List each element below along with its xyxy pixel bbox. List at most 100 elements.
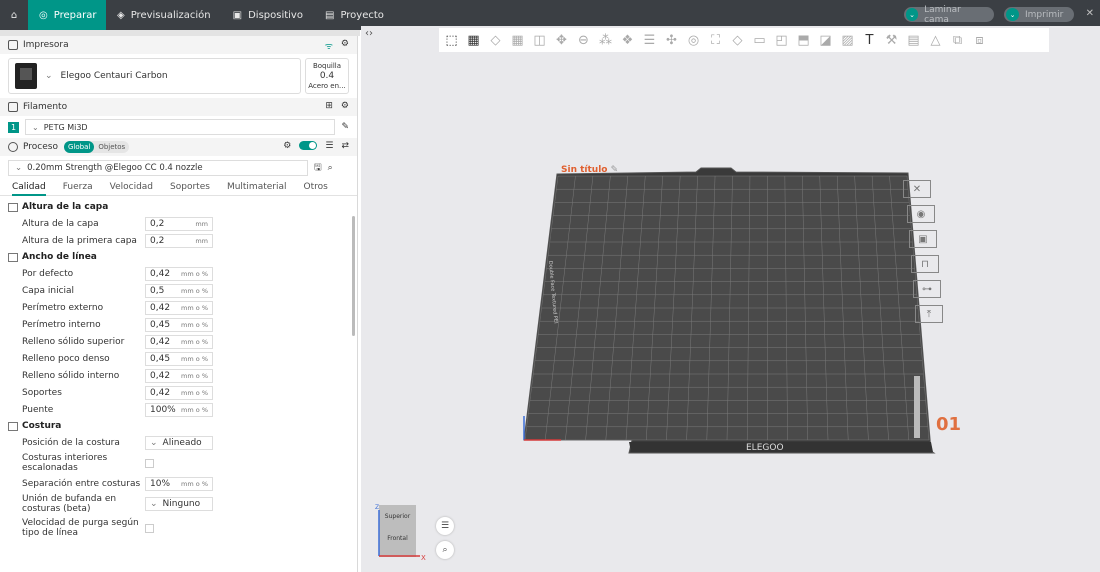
setting-row: Por defecto 0,42 mm o % (0, 265, 357, 282)
setting-input[interactable]: 0,42 mm o % (145, 334, 213, 349)
nozzle-material: Acero en... (308, 82, 346, 90)
nozzle-selector[interactable]: Boquilla 0.4 Acero en... (305, 58, 349, 94)
close-plate-icon[interactable]: ✕ (903, 180, 931, 198)
filament-selector[interactable]: ⌄ PETG Mi3D (25, 119, 336, 135)
printer-name: Elegoo Centauri Carbon (60, 71, 168, 81)
menu-button[interactable]: ☰ (436, 517, 454, 535)
nozzle-value: 0.4 (319, 71, 335, 81)
setting-input[interactable]: 10% mm o % (145, 476, 213, 491)
arrange-plate-icon[interactable]: ▣ (909, 230, 937, 248)
setting-row: Puente 100% mm o % (0, 401, 357, 418)
plate-settings-icon[interactable]: ⊶ (913, 280, 941, 298)
setting-input[interactable]: 0,2 mm (145, 233, 213, 248)
home-button[interactable]: ⌂ (0, 0, 28, 30)
save-icon[interactable]: 🖫 (314, 160, 322, 176)
advanced-switch[interactable] (299, 141, 318, 150)
process-icon (8, 142, 18, 152)
section-title: Proceso (23, 142, 58, 152)
tab-fuerza[interactable]: Fuerza (63, 180, 93, 196)
setting-label: Altura de la primera capa (22, 235, 137, 246)
search-icon: ⌕ (442, 545, 448, 555)
printer-image (15, 63, 37, 89)
setting-input[interactable]: 100% mm o % (145, 402, 213, 417)
close-icon[interactable]: ✕ (1086, 8, 1094, 19)
chevron-down-icon: ⌄ (15, 163, 23, 173)
list-icon[interactable]: ☰ (325, 141, 333, 151)
compare-icon[interactable]: ⇄ (341, 141, 349, 151)
setting-row: Perímetro externo 0,42 mm o % (0, 299, 357, 316)
tab-soportes[interactable]: Soportes (170, 180, 210, 196)
print-button[interactable]: ⌄ Imprimir (1004, 7, 1074, 22)
setting-label: Por defecto (22, 268, 74, 279)
tab-preparar[interactable]: ◎ Preparar (28, 0, 106, 30)
setting-input[interactable]: 0,45 mm o % (145, 317, 213, 332)
add-filament-icon[interactable]: ⊞ (325, 101, 333, 111)
setting-row: Velocidad de purga según tipo de línea (0, 516, 357, 540)
settings-icon[interactable]: ⚙ (341, 101, 349, 111)
zoom-button[interactable]: ⌕ (436, 541, 454, 559)
settings-sidebar: Impresora ᯤ ⚙ ⌄ Elegoo Centauri Carbon Bo… (0, 36, 358, 572)
unit: mm (195, 236, 208, 245)
move-to-top-icon[interactable]: ⤒ (915, 305, 943, 323)
chevron-down-icon[interactable]: ⌄ (1006, 8, 1019, 21)
group-title: Ancho de línea (22, 252, 97, 262)
preview-icon: ◈ (117, 9, 125, 21)
wipe-speed-checkbox[interactable] (145, 523, 154, 533)
chevron-down-icon[interactable]: ⌄ (906, 8, 919, 21)
input-value: 0,5 (150, 285, 165, 296)
3d-viewport[interactable]: ‹› ⬚ ▦ ◇ ▦ ◫ ✥ ⊖ ⁂ ❖ ☰ ✣ ◎ ⛶ ◇ ▭ ◰ ⬒ ◪ ▨ T ⚒ ▤ △ ⧉ ⧈ Sin títu… (361, 26, 1100, 572)
unit: mm o % (181, 479, 208, 488)
settings-tabs: Calidad Fuerza Velocidad Soportes Multim… (0, 180, 357, 196)
toggle-global[interactable]: Global (63, 141, 95, 153)
setting-input[interactable]: 0,42 mm o % (145, 266, 213, 281)
tab-label: Preparar (53, 9, 97, 21)
staggered-seams-checkbox[interactable] (145, 458, 154, 468)
axis-gizmo: X Z (375, 504, 426, 562)
settings-icon[interactable]: ⚙ (341, 39, 349, 52)
tab-label: Previsualización (130, 9, 211, 21)
layers-icon (8, 202, 18, 212)
global-objects-toggle[interactable]: Global Objetos (63, 141, 130, 153)
slice-button[interactable]: ⌄ Laminar cama (904, 5, 994, 25)
section-title: Filamento (23, 102, 68, 112)
bed-brand-text: ELEGOO (746, 443, 784, 453)
toggle-objects[interactable]: Objetos (94, 141, 129, 153)
select-value: Ninguno (162, 499, 201, 509)
view-plate-icon[interactable]: ◉ (907, 205, 935, 223)
tab-multimaterial[interactable]: Multimaterial (227, 180, 287, 196)
prepare-icon: ◎ (39, 9, 48, 21)
group-title: Costura (22, 421, 62, 431)
setting-row: Perímetro interno 0,45 mm o % (0, 316, 357, 333)
lock-plate-icon[interactable]: ⊓ (911, 255, 939, 273)
tab-otros[interactable]: Otros (304, 180, 328, 196)
scarf-seam-select[interactable]: ⌄ Ninguno (145, 497, 213, 511)
tab-calidad[interactable]: Calidad (12, 180, 46, 196)
setting-label: Perímetro interno (22, 319, 101, 330)
setting-input[interactable]: 0,2 mm (145, 216, 213, 231)
build-plate[interactable]: ELEGOO Double Face Textured PEI (361, 26, 1100, 572)
wipe-tower[interactable] (914, 376, 920, 438)
unit: mm o % (181, 405, 208, 414)
setting-input[interactable]: 0,42 mm o % (145, 300, 213, 315)
sidebar-scrollbar[interactable] (352, 216, 355, 336)
edit-icon[interactable]: ✎ (341, 122, 349, 132)
tab-previsualizacion[interactable]: ◈ Previsualización (106, 0, 222, 30)
setting-input[interactable]: 0,5 mm o % (145, 283, 213, 298)
setting-input[interactable]: 0,42 mm o % (145, 385, 213, 400)
wifi-icon[interactable]: ᯤ (325, 39, 333, 52)
search-icon[interactable]: ⌕ (328, 163, 333, 173)
input-value: 0,42 (150, 387, 171, 398)
filament-section-header: Filamento ⊞ ⚙ (0, 98, 357, 116)
printer-selector[interactable]: ⌄ Elegoo Centauri Carbon (8, 58, 301, 94)
setting-input[interactable]: 0,45 mm o % (145, 351, 213, 366)
setting-input[interactable]: 0,42 mm o % (145, 368, 213, 383)
setting-row: Capa inicial 0,5 mm o % (0, 282, 357, 299)
seam-position-select[interactable]: ⌄ Alineado (145, 435, 213, 450)
unit: mm o % (181, 337, 208, 346)
tab-dispositivo[interactable]: ▣ Dispositivo (222, 0, 314, 30)
home-icon: ⌂ (10, 9, 18, 21)
process-preset-selector[interactable]: ⌄ 0.20mm Strength @Elegoo CC 0.4 nozzle (8, 160, 308, 176)
unit: mm o % (181, 354, 208, 363)
plate-tools: ✕ ◉ ▣ ⊓ ⊶ ⤒ (903, 180, 943, 323)
tab-velocidad[interactable]: Velocidad (110, 180, 153, 196)
